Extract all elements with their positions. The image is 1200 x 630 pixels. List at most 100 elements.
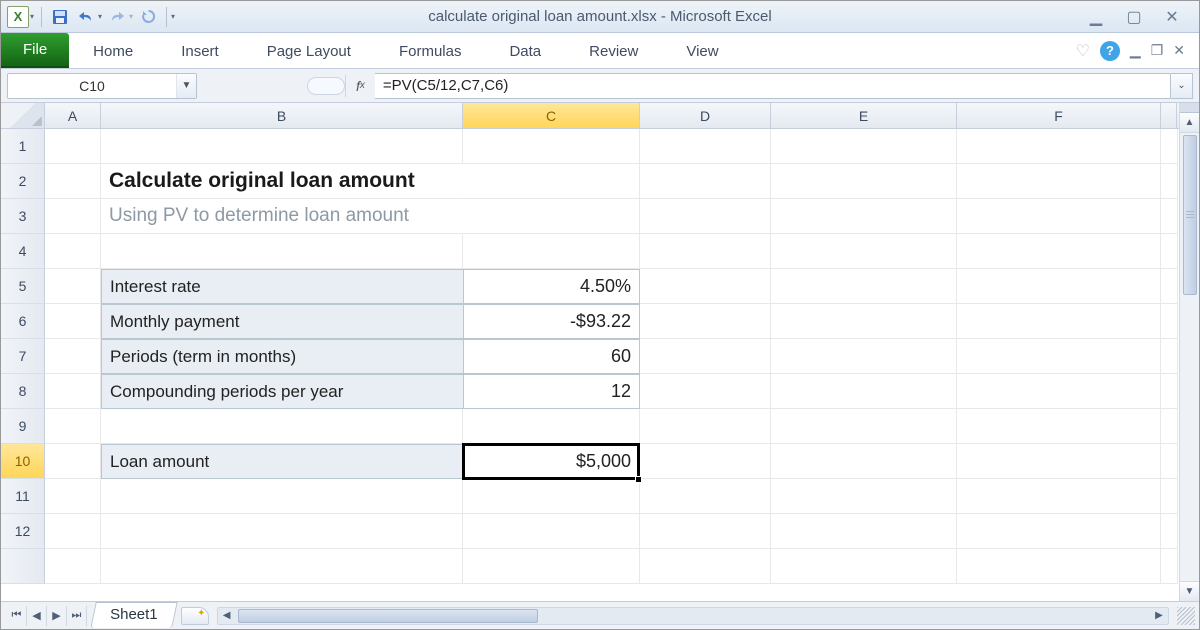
- cell-B9[interactable]: [101, 409, 463, 444]
- minimize-icon[interactable]: ▁: [1087, 7, 1105, 27]
- sheet-nav-first-icon[interactable]: ⏮: [7, 606, 27, 626]
- col-header-D[interactable]: D: [640, 103, 771, 128]
- cell-E1[interactable]: [771, 129, 957, 164]
- file-tab[interactable]: File: [1, 33, 69, 68]
- cell-B2[interactable]: Calculate original loan amount: [101, 164, 463, 199]
- resize-grip-icon[interactable]: [1177, 607, 1195, 625]
- cell-E4[interactable]: [771, 234, 957, 269]
- cell-C3[interactable]: [463, 199, 640, 234]
- cell-E10[interactable]: [771, 444, 957, 479]
- scroll-up-icon[interactable]: ▲: [1180, 113, 1199, 133]
- row-header-2[interactable]: 2: [1, 164, 45, 199]
- row-header-3[interactable]: 3: [1, 199, 45, 234]
- tab-home[interactable]: Home: [69, 33, 157, 68]
- cell-F4[interactable]: [957, 234, 1161, 269]
- hscroll-thumb[interactable]: [238, 609, 538, 623]
- help-icon[interactable]: ?: [1100, 41, 1120, 61]
- cell-A1[interactable]: [45, 129, 101, 164]
- sheet-nav-next-icon[interactable]: ▶: [47, 606, 67, 626]
- cell-A10[interactable]: [45, 444, 101, 479]
- cell-F6[interactable]: [957, 304, 1161, 339]
- cell-D9[interactable]: [640, 409, 771, 444]
- new-sheet-icon[interactable]: [181, 607, 209, 625]
- cell-A9[interactable]: [45, 409, 101, 444]
- cell-A6[interactable]: [45, 304, 101, 339]
- tab-review[interactable]: Review: [565, 33, 662, 68]
- favorite-icon[interactable]: ♡: [1076, 41, 1090, 61]
- cell-F10[interactable]: [957, 444, 1161, 479]
- cell-B8[interactable]: Compounding periods per year: [101, 374, 463, 409]
- scroll-left-icon[interactable]: ◀: [218, 610, 236, 621]
- cell-D7[interactable]: [640, 339, 771, 374]
- cell-E9[interactable]: [771, 409, 957, 444]
- cell-B6[interactable]: Monthly payment: [101, 304, 463, 339]
- workbook-restore-icon[interactable]: ❐: [1151, 42, 1164, 59]
- redo-icon[interactable]: [106, 6, 128, 28]
- cell-G6[interactable]: [1161, 304, 1178, 339]
- cell-C7[interactable]: 60: [463, 339, 640, 374]
- col-header-F[interactable]: F: [957, 103, 1161, 128]
- cell-F12[interactable]: [957, 514, 1161, 549]
- cell-C2[interactable]: [463, 164, 640, 199]
- undo-icon[interactable]: [75, 6, 97, 28]
- col-header-C[interactable]: C: [463, 103, 640, 128]
- cell-E12[interactable]: [771, 514, 957, 549]
- save-icon[interactable]: [49, 6, 71, 28]
- close-icon[interactable]: ✕: [1163, 7, 1181, 27]
- cell-A3[interactable]: [45, 199, 101, 234]
- cell-A5[interactable]: [45, 269, 101, 304]
- cell-G10[interactable]: [1161, 444, 1178, 479]
- cell-B1[interactable]: [101, 129, 463, 164]
- cell-A2[interactable]: [45, 164, 101, 199]
- cell-F3[interactable]: [957, 199, 1161, 234]
- row-header-10[interactable]: 10: [1, 444, 45, 479]
- cell-G7[interactable]: [1161, 339, 1178, 374]
- sheet-nav-last-icon[interactable]: ⏭: [67, 606, 87, 626]
- cell-F2[interactable]: [957, 164, 1161, 199]
- cell-B7[interactable]: Periods (term in months): [101, 339, 463, 374]
- cell-C6[interactable]: -$93.22: [463, 304, 640, 339]
- name-box-dropdown-icon[interactable]: ▼: [176, 74, 196, 98]
- cell-D10[interactable]: [640, 444, 771, 479]
- cell-C9[interactable]: [463, 409, 640, 444]
- cell-G5[interactable]: [1161, 269, 1178, 304]
- cell-F9[interactable]: [957, 409, 1161, 444]
- sheet-tab-sheet1[interactable]: Sheet1: [90, 602, 177, 628]
- fill-handle[interactable]: [635, 476, 642, 483]
- fx-icon[interactable]: fx: [345, 75, 375, 97]
- cell-E5[interactable]: [771, 269, 957, 304]
- workbook-close-icon[interactable]: ✕: [1173, 42, 1185, 59]
- cell-G9[interactable]: [1161, 409, 1178, 444]
- ribbon-minimize-icon[interactable]: ▁: [1130, 42, 1141, 59]
- cell-E8[interactable]: [771, 374, 957, 409]
- row-header-11[interactable]: 11: [1, 479, 45, 514]
- cell-A4[interactable]: [45, 234, 101, 269]
- cell-G8[interactable]: [1161, 374, 1178, 409]
- cell-C8[interactable]: 12: [463, 374, 640, 409]
- cell-D8[interactable]: [640, 374, 771, 409]
- cell-C4[interactable]: [463, 234, 640, 269]
- cell-G11[interactable]: [1161, 479, 1178, 514]
- col-header-A[interactable]: A: [45, 103, 101, 128]
- row-header-6[interactable]: 6: [1, 304, 45, 339]
- sheet-nav-prev-icon[interactable]: ◀: [27, 606, 47, 626]
- scroll-down-icon[interactable]: ▼: [1180, 581, 1199, 601]
- name-box[interactable]: C10 ▼: [7, 73, 197, 99]
- cell-B3[interactable]: Using PV to determine loan amount: [101, 199, 463, 234]
- cell-C1[interactable]: [463, 129, 640, 164]
- cell-E2[interactable]: [771, 164, 957, 199]
- cell-G2[interactable]: [1161, 164, 1178, 199]
- row-header-8[interactable]: 8: [1, 374, 45, 409]
- horizontal-scrollbar[interactable]: ◀ ▶: [217, 607, 1169, 625]
- col-header-E[interactable]: E: [771, 103, 957, 128]
- cell-D4[interactable]: [640, 234, 771, 269]
- cell-A7[interactable]: [45, 339, 101, 374]
- formula-expand-icon[interactable]: ⌄: [1171, 73, 1193, 99]
- cell-G3[interactable]: [1161, 199, 1178, 234]
- excel-logo-icon[interactable]: X: [7, 6, 29, 28]
- cell-G12[interactable]: [1161, 514, 1178, 549]
- cell-D2[interactable]: [640, 164, 771, 199]
- name-box-value[interactable]: C10: [8, 78, 176, 94]
- cell-D12[interactable]: [640, 514, 771, 549]
- worksheet-grid[interactable]: A B C D E F 1 2 Calculate original loan …: [1, 103, 1179, 601]
